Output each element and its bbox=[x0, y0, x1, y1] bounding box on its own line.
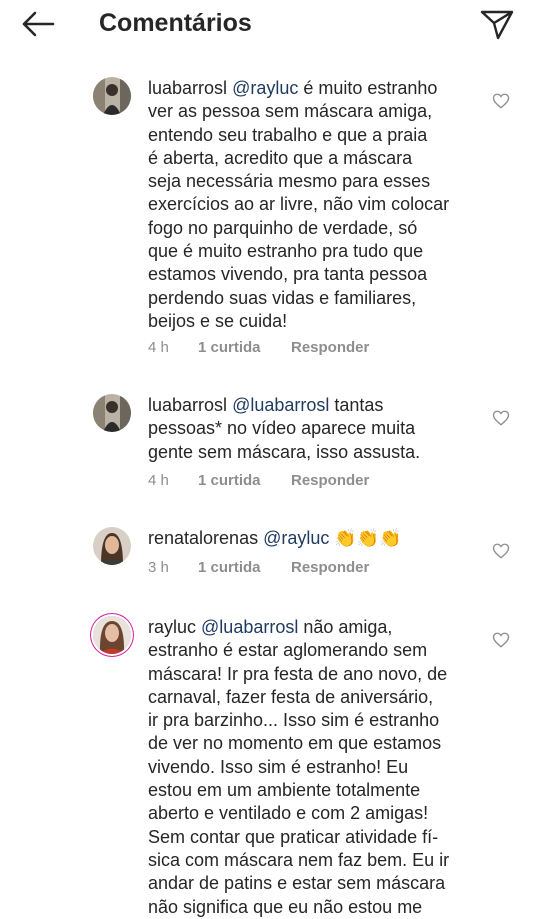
comment-time: 4 h bbox=[148, 472, 169, 489]
share-button[interactable] bbox=[478, 8, 516, 40]
avatar[interactable] bbox=[93, 77, 131, 115]
reply-button[interactable]: Responder bbox=[291, 339, 369, 356]
like-button[interactable] bbox=[492, 542, 510, 560]
reply-button[interactable]: Responder bbox=[291, 559, 369, 576]
likes-count[interactable]: 1 curtida bbox=[198, 559, 291, 576]
like-button[interactable] bbox=[492, 631, 510, 649]
paper-plane-icon bbox=[480, 10, 514, 40]
arrow-left-icon bbox=[22, 11, 55, 37]
top-bar: Comentários bbox=[0, 0, 539, 48]
comment-text: luabarrosl @rayluc é muito estranho ver … bbox=[148, 77, 478, 333]
comment-message: é muito estranho ver as pessoa sem másca… bbox=[148, 78, 450, 331]
comment-meta: 4 h 1 curtida Responder bbox=[148, 472, 369, 489]
likes-count[interactable]: 1 curtida bbox=[198, 472, 291, 489]
comment-message: 👏👏👏 bbox=[329, 528, 402, 548]
comment-username[interactable]: luabarrosl bbox=[148, 395, 227, 415]
comment-username[interactable]: luabarrosl bbox=[148, 78, 227, 98]
mention-link[interactable]: @luabarrosl bbox=[201, 617, 298, 637]
comment-text: renatalorenas @rayluc 👏👏👏 bbox=[148, 527, 478, 550]
mention-link[interactable]: @luabarrosl bbox=[232, 395, 329, 415]
comment-text: luabarrosl @luabarrosl tantas pessoas* n… bbox=[148, 394, 478, 464]
back-button[interactable] bbox=[20, 8, 56, 40]
comment-message: não amiga, estranho é estar aglomerando … bbox=[148, 617, 450, 917]
mention-link[interactable]: @rayluc bbox=[263, 528, 329, 548]
comment-meta: 3 h 1 curtida Responder bbox=[148, 559, 369, 576]
comment-time: 4 h bbox=[148, 339, 169, 356]
mention-link[interactable]: @rayluc bbox=[232, 78, 298, 98]
heart-icon bbox=[492, 410, 510, 426]
comment-meta: 4 h 1 curtida Responder bbox=[148, 339, 369, 356]
avatar[interactable] bbox=[93, 527, 131, 565]
like-button[interactable] bbox=[492, 409, 510, 427]
comment-text: rayluc @luabarrosl não amiga, estranho é… bbox=[148, 616, 478, 919]
comment-username[interactable]: rayluc bbox=[148, 617, 196, 637]
avatar[interactable] bbox=[93, 394, 131, 432]
heart-icon bbox=[492, 632, 510, 648]
comment-username[interactable]: renatalorenas bbox=[148, 528, 258, 548]
heart-icon bbox=[492, 543, 510, 559]
avatar[interactable] bbox=[93, 616, 131, 654]
like-button[interactable] bbox=[492, 92, 510, 110]
heart-icon bbox=[492, 93, 510, 109]
reply-button[interactable]: Responder bbox=[291, 472, 369, 489]
page-title: Comentários bbox=[99, 9, 252, 37]
comment-time: 3 h bbox=[148, 559, 169, 576]
likes-count[interactable]: 1 curtida bbox=[198, 339, 291, 356]
